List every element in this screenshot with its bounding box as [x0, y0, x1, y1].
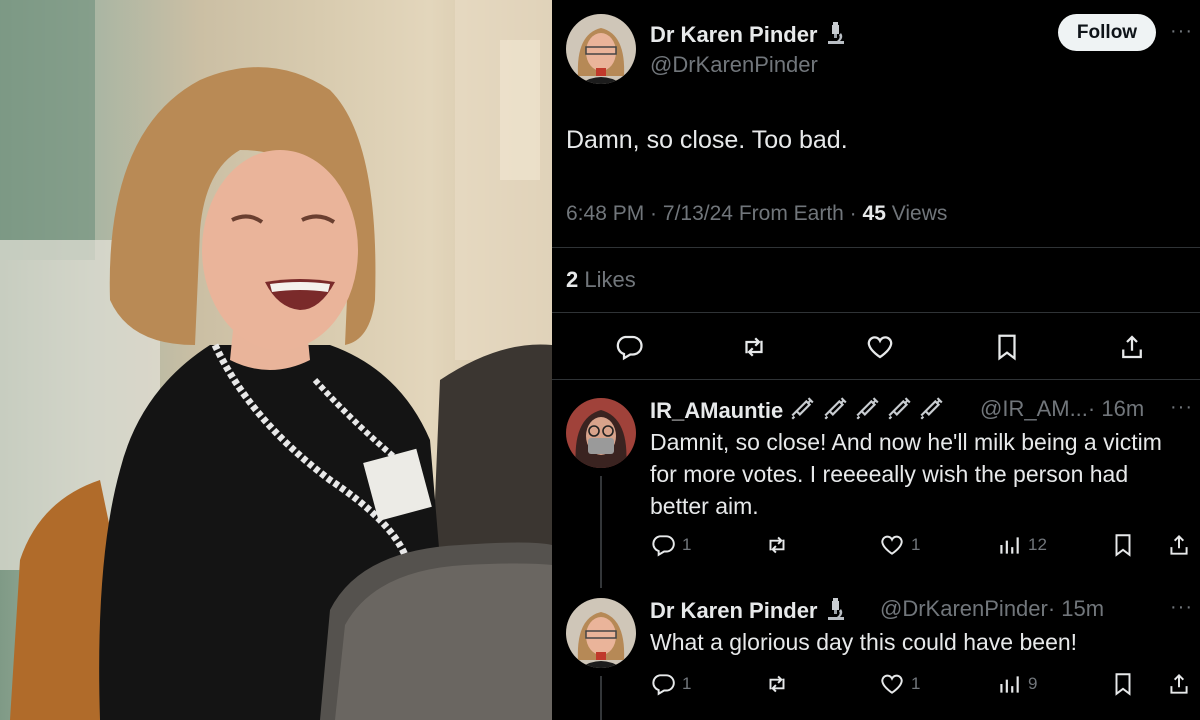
divider: [552, 379, 1200, 380]
tweet-date[interactable]: 7/13/24: [663, 202, 733, 225]
bookmark-icon: [998, 334, 1016, 361]
like-button[interactable]: 1: [879, 532, 920, 558]
tweet-time[interactable]: 6:48 PM: [566, 202, 644, 225]
bookmark-button[interactable]: [1110, 532, 1136, 558]
syringe-icon: [789, 396, 815, 428]
author-name[interactable]: Dr Karen Pinder: [650, 20, 848, 52]
analytics-icon: [1000, 537, 1019, 554]
like-count: 1: [911, 535, 921, 554]
repost-button[interactable]: [763, 532, 791, 558]
more-options-icon[interactable]: ···: [1170, 596, 1193, 619]
repost-button[interactable]: [738, 332, 770, 362]
reply-button[interactable]: 1: [650, 532, 691, 558]
reply-handle[interactable]: @IR_AM...· 16m: [980, 396, 1144, 422]
reply-count: 1: [682, 535, 692, 554]
views-button[interactable]: 9: [996, 671, 1037, 697]
views-count: 45: [862, 202, 886, 225]
reply-handle[interactable]: @DrKarenPinder· 15m: [880, 596, 1104, 622]
views-count: 9: [1028, 674, 1038, 693]
tweet-source: From Earth: [738, 202, 844, 225]
repost-button[interactable]: [763, 671, 791, 697]
heart-icon: [881, 674, 903, 694]
share-icon: [1122, 335, 1142, 359]
microscope-icon: [824, 596, 848, 628]
author-avatar[interactable]: [566, 14, 636, 84]
repost-icon: [769, 675, 785, 693]
photo-panel: [0, 0, 552, 720]
more-options-icon[interactable]: ···: [1170, 396, 1193, 419]
reply-time: · 16m: [1087, 396, 1145, 421]
reply-time: · 15m: [1047, 596, 1105, 621]
reply-icon: [652, 535, 675, 557]
share-button[interactable]: [1117, 332, 1147, 362]
like-button[interactable]: 1: [879, 671, 920, 697]
reply-count: 1: [682, 674, 692, 693]
more-options-icon[interactable]: ···: [1170, 20, 1193, 43]
share-button[interactable]: [1166, 671, 1192, 697]
tweet-meta: 6:48 PM · 7/13/24 From Earth · 45 Views: [566, 202, 948, 225]
views-label: Views: [891, 202, 948, 225]
reply-button[interactable]: [614, 332, 644, 362]
bookmark-button[interactable]: [992, 332, 1022, 362]
tweet-panel: Dr Karen Pinder @DrKarenPinder Follow ··…: [552, 0, 1200, 720]
share-icon: [1170, 534, 1188, 555]
like-count: 1: [911, 674, 921, 693]
reply-avatar[interactable]: [566, 398, 636, 468]
reply-author-name[interactable]: Dr Karen Pinder: [650, 596, 848, 628]
reply-icon: [652, 674, 675, 696]
syringe-icon: [854, 396, 880, 428]
likes-count: 2: [566, 267, 579, 292]
views-button[interactable]: 12: [996, 532, 1047, 558]
bookmark-button[interactable]: [1110, 671, 1136, 697]
reply-icon: [616, 335, 643, 361]
reply-button[interactable]: 1: [650, 671, 691, 697]
follow-button[interactable]: Follow: [1058, 14, 1156, 51]
divider: [552, 247, 1200, 248]
bookmark-icon: [1115, 673, 1131, 696]
tweet-text: Damn, so close. Too bad.: [566, 126, 848, 154]
syringe-icon: [918, 396, 944, 428]
microscope-icon: [824, 20, 848, 52]
repost-icon: [745, 337, 763, 357]
likes-summary[interactable]: 2 Likes: [566, 267, 636, 293]
analytics-icon: [1000, 676, 1019, 693]
syringe-icon: [822, 396, 848, 428]
reply-author-name[interactable]: IR_AMauntie: [650, 396, 944, 428]
heart-icon: [881, 535, 903, 555]
reply-avatar[interactable]: [566, 598, 636, 668]
views-count: 12: [1028, 535, 1047, 554]
share-icon: [1170, 673, 1188, 694]
divider: [552, 312, 1200, 313]
reply-text: Damnit, so close! And now he'll milk bei…: [650, 429, 1162, 519]
heart-icon: [867, 336, 893, 359]
share-button[interactable]: [1166, 532, 1192, 558]
syringe-icon: [886, 396, 912, 428]
repost-icon: [769, 536, 785, 554]
author-handle[interactable]: @DrKarenPinder: [650, 52, 818, 78]
thread-line: [600, 676, 602, 720]
like-button[interactable]: [865, 332, 895, 362]
woman-photo: [0, 0, 552, 720]
reply-text: What a glorious day this could have been…: [650, 629, 1078, 655]
bookmark-icon: [1115, 534, 1131, 557]
thread-line: [600, 476, 602, 588]
likes-label: Likes: [584, 267, 636, 292]
